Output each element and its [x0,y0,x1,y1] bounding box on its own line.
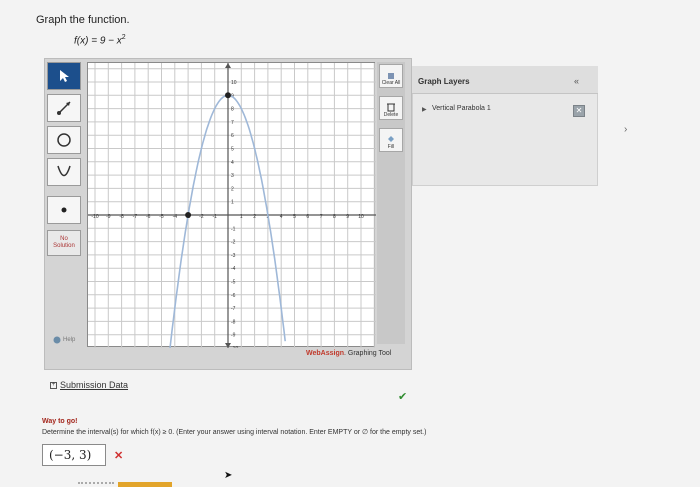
x-tick-label: 1 [240,214,243,220]
clear-all-label: Clear All [381,80,401,86]
x-tick-label: -4 [173,214,178,220]
interval-instruction: Determine the interval(s) for which f(x)… [42,429,427,436]
y-tick-label: -8 [231,319,236,325]
progress-dots [78,482,114,484]
x-tick-label: 8 [333,214,336,220]
cursor-mark-icon: › [624,124,628,135]
fill-label: Fill [387,144,395,150]
x-tick-label: 6 [306,214,309,220]
function-expression: f(x) = 9 − x2 [74,34,126,46]
x-tick-label: 10 [358,214,364,220]
y-tick-label: -3 [231,253,236,259]
plotted-point[interactable] [225,92,231,99]
feedback-title: Way to go! [42,418,78,425]
function-exponent: 2 [121,34,126,41]
x-tick-label: -9 [106,214,111,220]
brand-part3: . Graphing Tool [344,350,392,357]
clear-all-button[interactable]: Clear All [379,64,403,88]
remove-layer-button[interactable]: ✕ [573,105,585,117]
x-tick-label: 9 [346,214,349,220]
point-icon [61,207,67,213]
y-tick-label: 2 [231,186,234,192]
delete-button[interactable]: Delete [379,96,403,120]
y-tick-label: 1 [231,200,234,206]
help-link[interactable]: Help [53,336,75,344]
line-icon [57,101,71,115]
parabola-icon [57,165,71,177]
submission-data-label: Submission Data [60,380,129,390]
x-tick-label: -1 [212,214,217,220]
point-tool-button[interactable] [47,196,81,224]
no-solution-line2: Solution [53,243,75,249]
expand-layer-icon[interactable]: ▶ [422,106,427,113]
y-tick-label: -2 [231,240,236,246]
circle-tool-button[interactable] [47,126,81,154]
y-tick-label: 10 [231,80,237,86]
x-tick-label: 4 [280,214,283,220]
x-tick-label: -8 [119,214,124,220]
y-tick-label: -10 [231,346,238,348]
layer-name: Vertical Parabola 1 [432,105,491,112]
incorrect-mark-icon: ✕ [114,450,124,462]
x-tick-label: 5 [293,214,296,220]
help-label: Help [63,337,76,343]
y-tick-label: -7 [231,306,236,312]
x-tick-label: 7 [320,214,323,220]
submission-data-toggle[interactable]: + Submission Data [50,380,128,390]
pointer-tool-button[interactable] [47,62,81,90]
y-tick-label: 3 [231,173,234,179]
graph-layers-title: Graph Layers [418,77,470,86]
function-text: f(x) = 9 − x [74,35,122,47]
expand-icon: + [50,382,57,390]
line-tool-button[interactable] [47,94,81,122]
y-tick-label: -4 [231,266,236,272]
y-tick-label: -9 [231,333,236,339]
y-tick-label: 5 [231,147,234,153]
y-tick-label: -6 [231,293,236,299]
no-solution-line1: No [60,236,68,242]
y-tick-label: -1 [231,226,236,232]
collapse-panel-button[interactable]: « [574,76,579,86]
no-solution-button[interactable]: No Solution [47,230,81,256]
x-tick-label: -5 [159,214,164,220]
plotted-point[interactable] [185,212,192,218]
trash-icon [387,103,395,112]
pointer-icon [60,70,69,82]
fill-button[interactable]: Fill [379,128,403,152]
brand-part1: Web [306,350,321,357]
x-tick-label: 2 [253,214,256,220]
y-tick-label: -5 [231,280,236,286]
graph-svg[interactable]: -10-9-8-7-6-5-4-3-2-11234567891010987654… [88,63,376,353]
x-tick-label: -10 [91,214,98,220]
y-tick-label: 4 [231,160,234,166]
x-tick-label: -7 [133,214,138,220]
correct-check-icon: ✔ [398,391,408,403]
brand-part2: Assign [320,350,344,357]
parabola-tool-button[interactable] [47,158,81,186]
mouse-cursor-icon: ➤ [224,470,233,481]
y-tick-label: 8 [231,107,234,113]
interval-answer-input[interactable]: (−3, 3) [42,444,106,466]
graph-canvas[interactable]: -10-9-8-7-6-5-4-3-2-11234567891010987654… [87,62,376,353]
fill-bucket-icon [388,136,394,142]
clear-icon [388,73,394,79]
webassign-brand: WebAssign. Graphing Tool [306,350,391,357]
help-icon [53,336,61,344]
x-tick-label: -2 [199,214,204,220]
right-toolbar: Clear All Delete Fill [377,62,405,344]
y-tick-label: 7 [231,120,234,126]
delete-label: Delete [383,112,399,118]
y-axis-arrow-up [225,63,231,68]
circle-icon [57,133,71,147]
y-tick-label: 6 [231,133,234,139]
submit-button-edge[interactable] [118,482,172,487]
x-tick-label: -6 [146,214,151,220]
question-title: Graph the function. [36,14,130,26]
